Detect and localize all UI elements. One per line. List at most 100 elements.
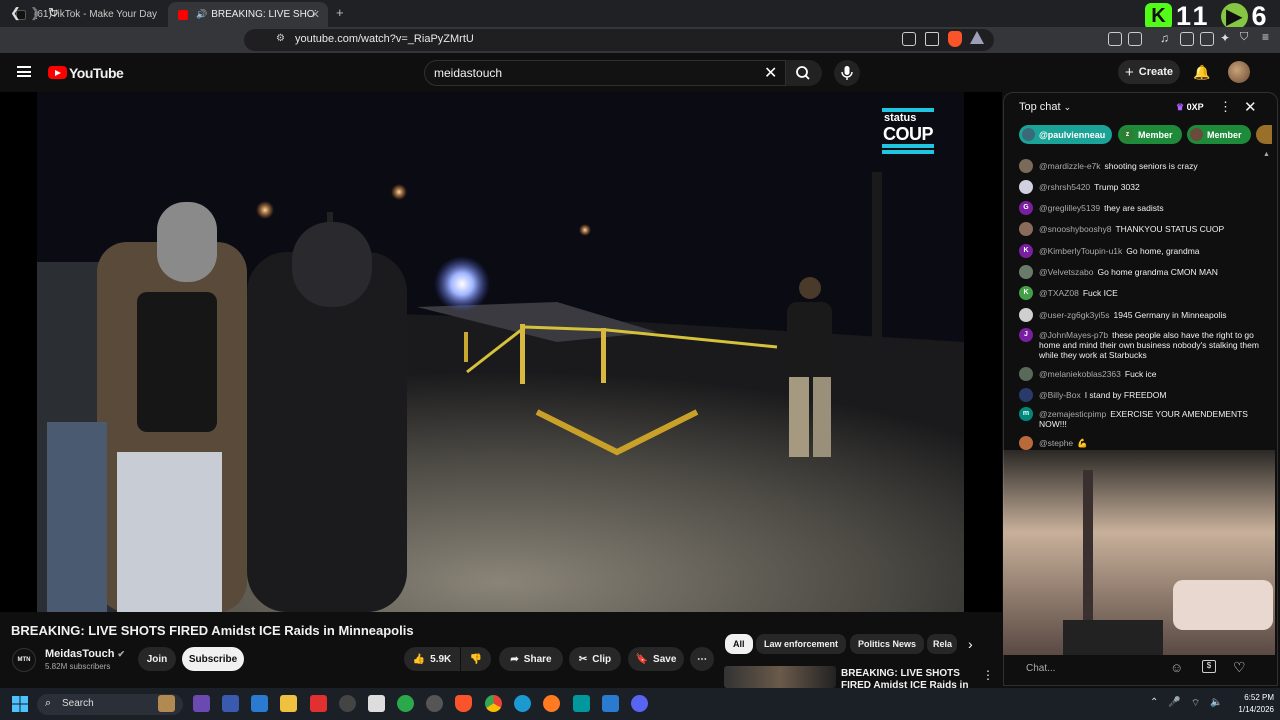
dislike-button[interactable]: 👎 bbox=[461, 647, 491, 671]
search-highlight-icon[interactable] bbox=[158, 695, 175, 712]
reload-icon[interactable]: ↻ bbox=[48, 5, 59, 21]
brave-browser-icon[interactable] bbox=[455, 695, 472, 712]
menu-icon[interactable]: ≡ bbox=[1262, 30, 1269, 44]
clock-time[interactable]: 6:52 PM bbox=[1236, 693, 1274, 702]
chrome-icon[interactable] bbox=[485, 695, 502, 712]
chevron-right-icon[interactable]: › bbox=[968, 636, 973, 652]
chat-avatar[interactable]: G bbox=[1019, 201, 1033, 215]
netflix-icon[interactable] bbox=[310, 695, 327, 712]
chip-related[interactable]: Rela bbox=[927, 634, 957, 654]
vpn-icon[interactable]: ⛉ bbox=[1240, 31, 1248, 44]
search-button[interactable] bbox=[786, 60, 822, 86]
extensions-icon[interactable] bbox=[1108, 32, 1122, 46]
music-icon[interactable]: ♫ bbox=[1160, 31, 1169, 45]
chat-message[interactable]: J @JohnMayes-p7b these people also have th… bbox=[1019, 328, 1259, 360]
chat-message[interactable]: @melaniekoblas2363 Fuck ice bbox=[1019, 367, 1259, 381]
chat-author[interactable]: @greglilley5139 bbox=[1039, 203, 1100, 213]
microphone-icon[interactable]: 🎤 bbox=[1168, 697, 1180, 710]
channel-avatar[interactable]: MTN bbox=[12, 648, 36, 672]
chat-message[interactable]: @stephe 💪 bbox=[1019, 436, 1259, 450]
chat-author[interactable]: @TXAZ08 bbox=[1039, 288, 1079, 298]
subscribe-button[interactable]: Subscribe bbox=[182, 647, 244, 671]
close-tab-icon[interactable]: ✕ bbox=[311, 8, 320, 21]
chat-author[interactable]: @Billy-Box bbox=[1039, 390, 1081, 400]
volume-icon[interactable]: 🔈 bbox=[1210, 697, 1222, 710]
app-icon[interactable] bbox=[368, 695, 385, 712]
chip-all[interactable]: All bbox=[725, 634, 753, 654]
app-icon[interactable] bbox=[193, 695, 210, 712]
chat-avatar[interactable] bbox=[1019, 159, 1033, 173]
youtube-logo-icon[interactable] bbox=[48, 66, 67, 79]
clip-button[interactable]: ✂ Clip bbox=[569, 647, 621, 671]
scroll-up-icon[interactable]: ▲ bbox=[1263, 151, 1270, 158]
chat-avatar[interactable]: J bbox=[1019, 328, 1033, 342]
hamburger-menu-icon[interactable] bbox=[17, 66, 31, 77]
search-query[interactable]: meidastouch bbox=[434, 66, 502, 80]
share-page-icon[interactable] bbox=[925, 32, 939, 46]
clock-date[interactable]: 1/14/2026 bbox=[1226, 705, 1274, 714]
chat-message[interactable]: K @TXAZ08 Fuck ICE bbox=[1019, 286, 1259, 300]
create-button[interactable]: + Create bbox=[1118, 60, 1180, 84]
app-icon[interactable] bbox=[251, 695, 268, 712]
notifications-bell-icon[interactable]: 🔔 bbox=[1193, 64, 1210, 81]
chat-avatar[interactable]: K bbox=[1019, 286, 1033, 300]
chat-ticker-item[interactable] bbox=[1256, 125, 1272, 144]
chat-message[interactable]: @Velvetszabo Go home grandma CMON MAN bbox=[1019, 265, 1259, 279]
chat-author[interactable]: @zemajesticpimp bbox=[1039, 409, 1106, 419]
url-text[interactable]: youtube.com/watch?v=_RiaPyZMrtU bbox=[295, 33, 474, 45]
back-icon[interactable]: ❮ bbox=[10, 5, 21, 21]
chat-avatar[interactable] bbox=[1019, 388, 1033, 402]
firefox-icon[interactable] bbox=[543, 695, 560, 712]
forward-icon[interactable]: ❯ bbox=[30, 5, 41, 21]
points-badge[interactable]: ♛ 0XP bbox=[1176, 102, 1204, 113]
chat-avatar[interactable] bbox=[1019, 436, 1033, 450]
share-button[interactable]: ➦ Share bbox=[499, 647, 563, 671]
brave-shield-icon[interactable] bbox=[948, 31, 962, 47]
site-info-icon[interactable]: ⚙ bbox=[276, 33, 285, 44]
discord-icon[interactable] bbox=[631, 695, 648, 712]
brave-rewards-icon[interactable] bbox=[970, 31, 984, 44]
chip-law-enforcement[interactable]: Law enforcement bbox=[756, 634, 847, 654]
chat-author[interactable]: @stephe bbox=[1039, 438, 1073, 448]
chat-more-icon[interactable]: ⋮ bbox=[1219, 99, 1232, 115]
join-button[interactable]: Join bbox=[138, 647, 176, 671]
chat-author[interactable]: @snooshybooshy8 bbox=[1039, 224, 1111, 234]
chat-ticker-item[interactable]: @paulvienneau bbox=[1019, 125, 1112, 144]
clear-search-icon[interactable]: ✕ bbox=[764, 63, 777, 83]
browser-tab-youtube[interactable]: 🔊 BREAKING: LIVE SHOTS FIRED ✕ bbox=[168, 2, 328, 27]
cast-icon[interactable] bbox=[902, 32, 916, 46]
chat-author[interactable]: @Velvetszabo bbox=[1039, 267, 1093, 277]
close-chat-icon[interactable]: ✕ bbox=[1244, 98, 1257, 116]
file-explorer-icon[interactable] bbox=[280, 695, 297, 712]
chip-politics-news[interactable]: Politics News bbox=[850, 634, 925, 654]
channel-name[interactable]: MeidasTouch ✔ bbox=[45, 648, 125, 660]
chat-mode-dropdown[interactable]: Top chat ⌄ bbox=[1019, 101, 1071, 113]
chat-message[interactable]: @rshrsh5420 Trump 3032 bbox=[1019, 180, 1259, 194]
chat-ticker-item[interactable]: z Member bbox=[1118, 125, 1182, 144]
app-icon[interactable] bbox=[222, 695, 239, 712]
youtube-logo-text[interactable]: YouTube bbox=[69, 65, 124, 81]
chat-message[interactable]: K @KimberlyToupin-u1k Go home, grandma bbox=[1019, 244, 1259, 258]
chat-avatar[interactable]: K bbox=[1019, 244, 1033, 258]
chat-message[interactable]: @mardizzle-e7k shooting seniors is crazy bbox=[1019, 159, 1259, 173]
channel-name-text[interactable]: MeidasTouch bbox=[45, 648, 114, 660]
recommendation-thumbnail[interactable] bbox=[724, 666, 836, 688]
chat-avatar[interactable] bbox=[1019, 308, 1033, 322]
screenshot-icon[interactable] bbox=[1128, 32, 1142, 46]
app-icon[interactable] bbox=[339, 695, 356, 712]
chat-avatar[interactable] bbox=[1019, 265, 1033, 279]
super-chat-icon[interactable]: $ bbox=[1202, 660, 1216, 673]
arduino-icon[interactable] bbox=[573, 695, 590, 712]
chat-avatar[interactable] bbox=[1019, 222, 1033, 236]
chat-author[interactable]: @KimberlyToupin-u1k bbox=[1039, 246, 1122, 256]
chevron-up-icon[interactable]: ⌃ bbox=[1150, 697, 1158, 710]
windows-start-icon[interactable] bbox=[12, 696, 28, 712]
chat-author[interactable]: @JohnMayes-p7b bbox=[1039, 330, 1108, 340]
save-button[interactable]: 🔖 Save bbox=[628, 647, 684, 671]
chat-avatar[interactable] bbox=[1019, 180, 1033, 194]
chat-message[interactable]: @user-zg6gk3yi5s 1945 Germany in Minneapo… bbox=[1019, 308, 1259, 322]
more-vertical-icon[interactable]: ⋮ bbox=[982, 668, 994, 682]
app-icon[interactable] bbox=[397, 695, 414, 712]
chat-input[interactable]: Chat... bbox=[1018, 656, 1168, 678]
leo-ai-icon[interactable]: ✦ bbox=[1220, 31, 1230, 45]
